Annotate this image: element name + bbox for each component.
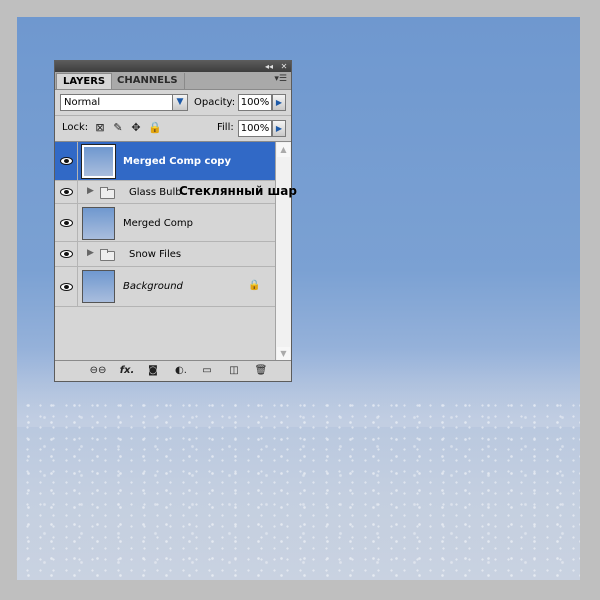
eye-icon [60,283,73,291]
folder-icon [100,187,115,199]
annotation-caption: Стеклянный шар [179,184,297,198]
panel-titlebar: ◂◂ ✕ [55,61,291,72]
layer-row-background[interactable]: Background 🔒 [55,267,275,307]
lock-brush-icon[interactable]: ✎ [112,122,124,134]
lock-icon: 🔒 [248,280,261,291]
layer-thumbnail [82,270,115,303]
link-icon[interactable]: ⊖⊖ [88,364,108,378]
opacity-slider-button[interactable]: ▶ [272,94,286,111]
layer-row-merged-comp[interactable]: Merged Comp [55,204,275,242]
chevron-down-icon[interactable]: ▼ [172,95,187,110]
scroll-down-icon[interactable]: ▼ [277,347,290,361]
visibility-toggle[interactable] [55,142,78,180]
scroll-up-icon[interactable]: ▲ [277,143,290,157]
layer-name: Merged Comp copy [123,156,231,167]
mask-icon[interactable]: ◙ [145,364,161,378]
opacity-label: Opacity: [194,97,236,108]
snow-sparkles [17,397,580,580]
eye-icon [60,188,73,196]
opacity-input[interactable]: 100% [238,94,272,111]
lock-move-icon[interactable]: ✥ [130,122,142,134]
new-layer-icon[interactable]: ◫ [226,364,242,378]
layer-name: Merged Comp [123,218,193,229]
folder-icon[interactable]: ▭ [199,364,215,378]
adjustment-icon[interactable]: ◐. [171,364,191,378]
layer-list-scrollbar[interactable]: ▲ ▼ [275,142,291,362]
visibility-toggle[interactable] [55,242,78,266]
layer-name: Glass Bulb [129,187,182,198]
panel-tabs: LAYERS CHANNELS ▾☰ [55,72,291,90]
layer-thumbnail [82,207,115,240]
eye-icon [60,157,73,165]
layer-row-merged-comp-copy[interactable]: Merged Comp copy [55,142,275,181]
eye-icon [60,219,73,227]
lock-row: Lock: ⊠ ✎ ✥ 🔒 Fill: 100% ▶ [55,116,291,140]
layer-list: Merged Comp copy ▶ Glass Bulb Merged Com… [55,141,291,362]
blend-row: Normal ▼ Opacity: 100% ▶ [55,91,291,115]
blend-mode-value: Normal [64,97,101,108]
tab-channels[interactable]: CHANNELS [111,73,185,89]
expand-triangle-icon[interactable]: ▶ [87,248,94,258]
folder-icon [100,249,115,261]
expand-triangle-icon[interactable]: ▶ [87,186,94,196]
lock-transparent-icon[interactable]: ⊠ [94,122,106,134]
panel-menu-icon[interactable]: ▾☰ [274,74,287,84]
collapse-icon[interactable]: ◂◂ [262,61,276,72]
tab-layers[interactable]: LAYERS [56,73,113,89]
visibility-toggle[interactable] [55,204,78,241]
fill-slider-button[interactable]: ▶ [272,120,286,137]
fill-input[interactable]: 100% [238,120,272,137]
layers-panel: ◂◂ ✕ LAYERS CHANNELS ▾☰ Normal ▼ Opacity… [54,60,292,382]
eye-icon [60,250,73,258]
visibility-toggle[interactable] [55,267,78,306]
visibility-toggle[interactable] [55,181,78,203]
layer-name: Background [123,281,183,292]
layer-row-snow-files[interactable]: ▶ Snow Files [55,242,275,267]
panel-footer: ⊖⊖ fx. ◙ ◐. ▭ ◫ 🗑 [55,360,291,381]
layer-name: Snow Files [129,249,182,260]
lock-all-icon[interactable]: 🔒 [148,122,162,134]
fx-icon[interactable]: fx. [117,364,137,378]
blend-mode-select[interactable]: Normal ▼ [60,94,188,111]
trash-icon[interactable]: 🗑 [253,364,269,378]
close-icon[interactable]: ✕ [278,61,290,72]
layer-thumbnail [81,144,116,179]
lock-label: Lock: [62,122,89,133]
fill-label: Fill: [217,122,234,133]
